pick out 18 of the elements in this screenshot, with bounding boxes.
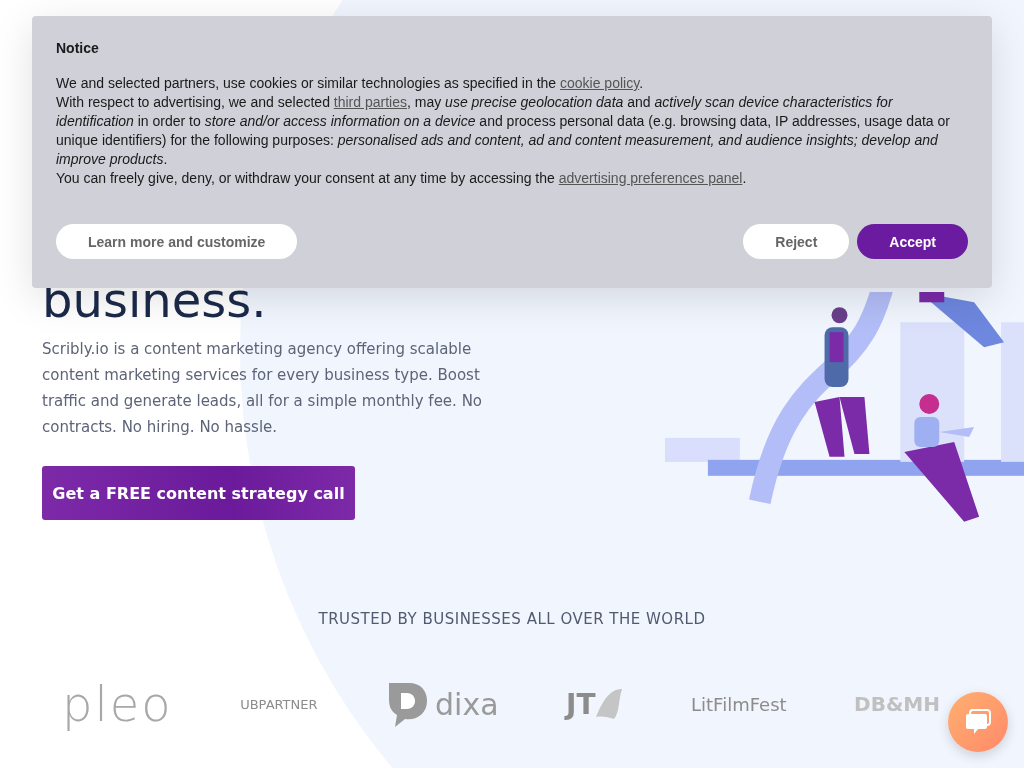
client-logo: DB&MH xyxy=(854,692,940,716)
notice-button[interactable]: Learn more and customize xyxy=(56,224,297,259)
client-logo: dixa xyxy=(435,686,499,722)
notice-button[interactable]: Reject xyxy=(743,224,850,259)
notice-title: Notice xyxy=(56,40,100,56)
hero-description: Scribly.io is a content marketing agency offering scalable content marketing services for every business type. Boost traffic and generate leads, all for a simple monthly fee. No contracts. No hiring. No hassle. xyxy=(42,339,484,438)
trusted-heading: TRUSTED BY BUSINESSES ALL OVER THE WORLD xyxy=(317,610,707,628)
client-logo: UBPARTNER xyxy=(240,696,318,712)
strategy-call-button[interactable]: Get a FREE content strategy call xyxy=(42,466,355,520)
client-logo: pleo xyxy=(62,676,173,732)
accept-button[interactable]: Accept xyxy=(857,224,968,259)
client-logo: LitFilmFest xyxy=(691,693,787,715)
notice-link[interactable]: third parties xyxy=(333,94,407,110)
notice-text: With respect to advertising, we and selected third parties, may use precise geolocation data and actively scan device characteristics for identification in order to store and/or access information on a device and process personal data (e.g. browsing data, IP addresses, usage data or unique identifiers) for the following purposes: personalised ads and content, ad and content measurement, and audience insights; develop and improve products. xyxy=(56,93,951,169)
notice-text: We and selected partners, use cookies or similar technologies as specified in the cookie policy. xyxy=(56,74,645,93)
hero-heading: business. xyxy=(42,272,268,328)
client-logo: JT xyxy=(566,687,596,721)
notice-text: You can freely give, deny, or withdraw your consent at any time by accessing the advertising preferences panel. xyxy=(56,169,748,188)
